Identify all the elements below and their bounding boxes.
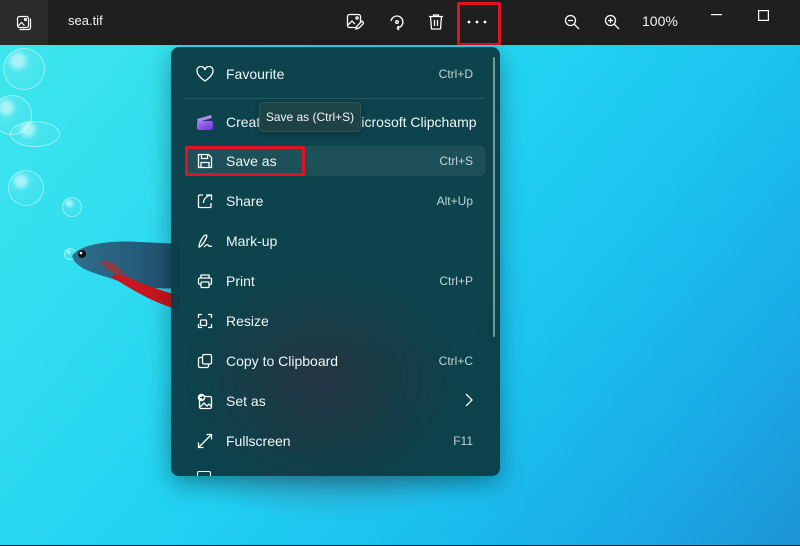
menu-item-label: Resize — [226, 313, 269, 329]
zoom-out-button[interactable] — [556, 6, 588, 38]
heart-icon — [195, 64, 215, 84]
menu-item-shortcut: Ctrl+P — [439, 274, 473, 288]
rotate-button[interactable] — [381, 6, 413, 38]
menu-item-copy-to-clipboard[interactable]: Copy to Clipboard Ctrl+C — [185, 346, 485, 376]
menu-item-resize[interactable]: Resize — [185, 306, 485, 336]
menu-item-favourite[interactable]: Favourite Ctrl+D — [185, 59, 485, 89]
bubble — [62, 197, 82, 217]
bubble — [3, 48, 45, 90]
zoom-level[interactable]: 100% — [642, 13, 678, 29]
menu-item-label: Share — [226, 193, 264, 209]
menu-item-fullscreen[interactable]: Fullscreen F11 — [185, 426, 485, 456]
share-icon — [195, 191, 215, 211]
minimize-button[interactable] — [701, 0, 733, 30]
delete-button[interactable] — [420, 6, 452, 38]
maximize-icon — [757, 9, 769, 21]
next-menu-item-icon-partial — [197, 471, 211, 476]
app-icon-button[interactable] — [0, 0, 48, 45]
clipchamp-icon — [195, 112, 215, 132]
resize-icon — [195, 311, 215, 331]
zoom-out-icon — [564, 14, 580, 30]
copy-icon — [195, 351, 215, 371]
maximize-button[interactable] — [747, 0, 779, 30]
menu-item-shortcut: F11 — [453, 434, 473, 448]
minimize-icon — [711, 14, 722, 16]
menu-item-shortcut: Ctrl+C — [438, 354, 473, 368]
menu-item-shortcut: Ctrl+S — [439, 154, 473, 168]
menu-item-label: Mark-up — [226, 233, 278, 249]
menu-item-mark-up[interactable]: Mark-up — [185, 226, 485, 256]
menu-item-label: Set as — [226, 393, 266, 409]
menu-item-set-as[interactable]: Set as — [185, 386, 485, 416]
menu-item-print[interactable]: Print Ctrl+P — [185, 266, 485, 296]
menu-item-label: Print — [226, 273, 255, 289]
bubble — [8, 170, 44, 206]
zoom-in-button[interactable] — [596, 6, 628, 38]
fullscreen-icon — [195, 431, 215, 451]
print-icon — [195, 271, 215, 291]
gallery-icon — [16, 15, 32, 30]
menu-item-share[interactable]: Share Alt+Up — [185, 186, 485, 216]
title-bar: sea.tif 100% — [0, 0, 800, 46]
menu-item-label: Fullscreen — [226, 433, 291, 449]
zoom-in-icon — [604, 14, 620, 30]
chevron-right-icon — [465, 393, 473, 410]
edit-image-icon — [346, 13, 364, 31]
menu-item-shortcut: Alt+Up — [436, 194, 473, 208]
rotate-icon — [390, 15, 404, 31]
menu-item-shortcut: Ctrl+D — [438, 67, 473, 81]
set-as-icon — [195, 391, 215, 411]
bubble — [10, 121, 60, 147]
edit-image-button[interactable] — [339, 6, 371, 38]
markup-icon — [195, 231, 215, 251]
file-name: sea.tif — [68, 13, 103, 28]
save-as-tooltip: Save as (Ctrl+S) — [259, 102, 361, 132]
menu-item-label: Favourite — [226, 66, 285, 82]
delete-icon — [429, 14, 443, 30]
more-options-highlight — [457, 2, 501, 46]
menu-separator — [185, 98, 485, 99]
save-as-highlight — [185, 146, 305, 176]
menu-scrollbar[interactable] — [493, 57, 495, 337]
menu-item-label: Copy to Clipboard — [226, 353, 339, 369]
